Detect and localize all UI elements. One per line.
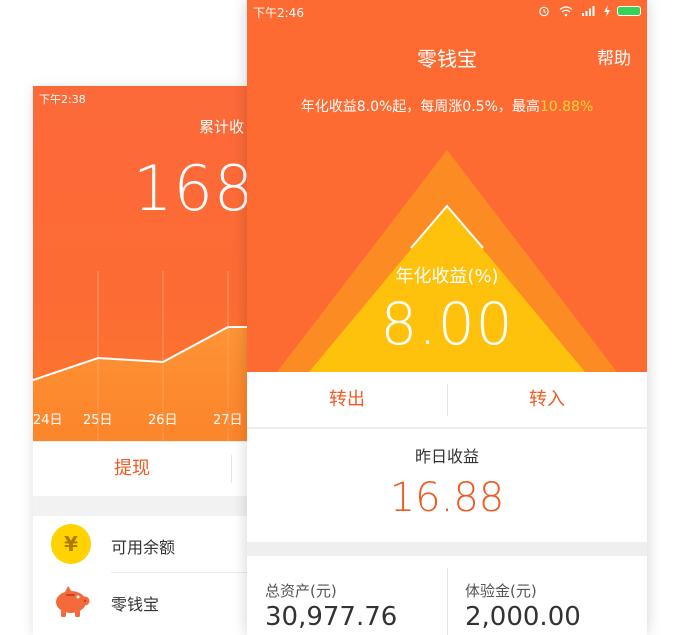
rate-highlight: 10.88% — [539, 99, 594, 115]
front-phone-screen: 下午2:46 零钱宝 帮助 年化收益8.0%起，每周涨0.5%，最高10.88%… — [247, 0, 647, 635]
front-header: 下午2:46 零钱宝 帮助 年化收益8.0%起，每周涨0.5%，最高10.88%… — [247, 0, 647, 372]
status-bar: 下午2:46 — [247, 0, 647, 22]
divider — [231, 455, 232, 483]
account-list: ¥ 可用余额 零钱宝 — [33, 516, 247, 635]
back-header: 下午2:38 累计收 168 24日 25日 26日 27日 — [33, 86, 247, 441]
rate-text: 年化收益8.0%起，每周涨0.5%，最高 — [300, 99, 540, 115]
rate-description: 年化收益8.0%起，每周涨0.5%，最高10.88% — [247, 96, 647, 116]
chart-date-label: 26日 — [148, 413, 178, 428]
earnings-trend-chart: 24日 25日 26日 27日 — [33, 271, 247, 441]
charging-icon — [603, 5, 610, 17]
withdraw-button[interactable]: 提现 — [33, 442, 231, 496]
yen-coin-icon: ¥ — [51, 524, 91, 564]
trial-fund[interactable]: 体验金(元) 2,000.00 — [447, 556, 647, 635]
trial-fund-label: 体验金(元) — [465, 582, 537, 600]
yesterday-earnings-label: 昨日收益 — [414, 447, 479, 466]
cumulative-earnings-amount: 168 — [133, 152, 247, 225]
status-time: 下午2:38 — [39, 93, 86, 106]
assets-panel: 总资产(元) 30,977.76 体验金(元) 2,000.00 — [247, 556, 647, 635]
annual-yield-value: 8.00 — [380, 290, 514, 358]
transfer-actions: 转出 转入 — [247, 372, 647, 428]
help-button[interactable]: 帮助 — [597, 44, 631, 69]
battery-icon — [617, 6, 641, 16]
page-title: 零钱宝 — [417, 47, 477, 71]
status-icons — [538, 4, 641, 17]
alarm-clock-icon — [539, 6, 549, 17]
list-item-label: 可用余额 — [111, 538, 176, 557]
list-item-label: 零钱宝 — [111, 595, 160, 614]
total-assets[interactable]: 总资产(元) 30,977.76 — [247, 556, 447, 635]
chart-date-label: 24日 — [33, 413, 63, 428]
signal-icon — [582, 6, 595, 16]
back-phone-screen: 下午2:38 累计收 168 24日 25日 26日 27日 提现 ¥ 可用余额… — [33, 86, 247, 635]
transfer-out-button[interactable]: 转出 — [247, 372, 447, 428]
annual-yield-label: 年化收益(%) — [395, 266, 499, 287]
chart-date-label: 25日 — [83, 413, 113, 428]
trial-fund-value: 2,000.00 — [465, 602, 581, 632]
total-assets-value: 30,977.76 — [265, 602, 398, 632]
chart-date-label: 27日 — [213, 413, 243, 428]
wifi-icon — [559, 6, 572, 17]
yesterday-earnings-value: 16.88 — [389, 475, 505, 521]
transfer-in-button[interactable]: 转入 — [447, 372, 647, 428]
status-time: 下午2:46 — [253, 6, 304, 20]
piggy-bank-icon — [56, 586, 90, 617]
withdraw-row: 提现 — [33, 442, 247, 496]
yesterday-earnings-panel: 昨日收益 16.88 — [247, 429, 647, 542]
list-item-lingqianbao[interactable]: 零钱宝 — [33, 573, 247, 629]
list-item-available-balance[interactable]: ¥ 可用余额 — [33, 516, 247, 572]
total-assets-label: 总资产(元) — [265, 582, 337, 600]
cumulative-earnings-title: 累计收 — [199, 118, 245, 136]
